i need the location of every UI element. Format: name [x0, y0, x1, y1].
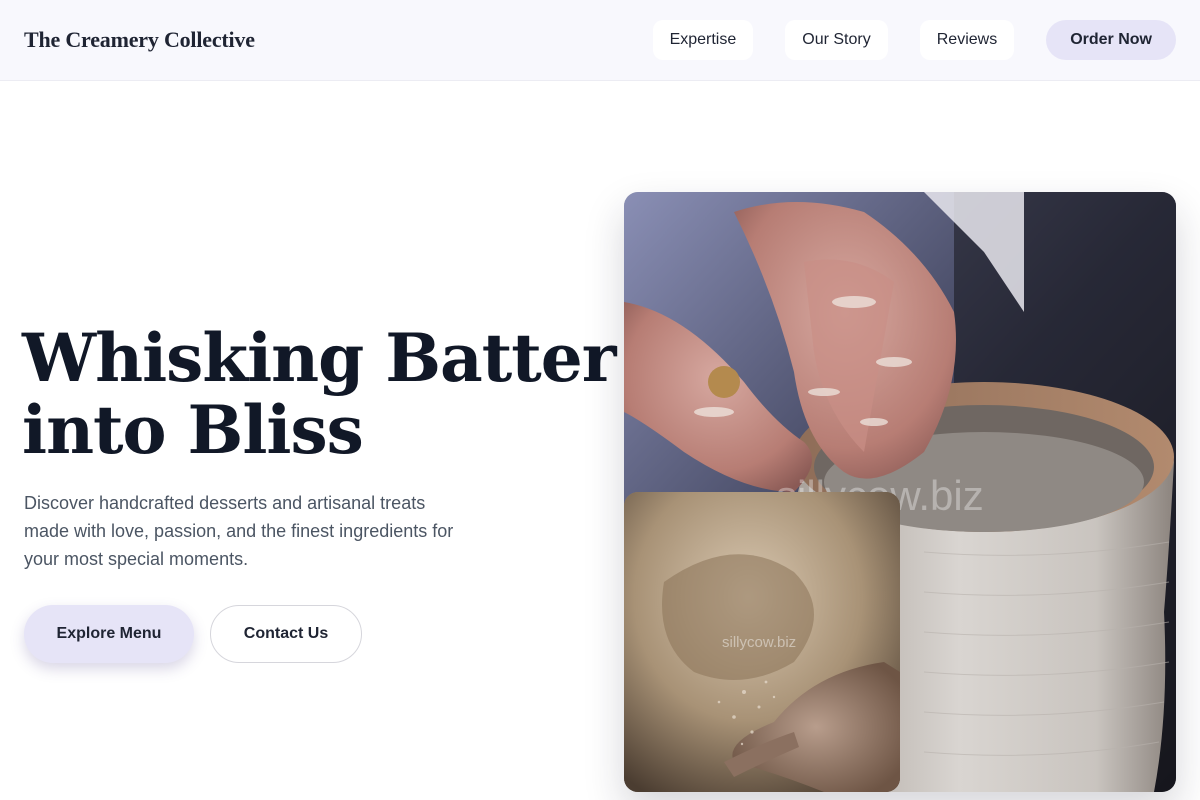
order-now-button[interactable]: Order Now	[1046, 20, 1176, 60]
brand-logo-text[interactable]: The Creamery Collective	[24, 27, 255, 53]
hero-title: Whisking Batter into Bliss	[22, 319, 617, 469]
site-header: The Creamery Collective Expertise Our St…	[0, 0, 1200, 81]
hero-title-line-2: into Bliss	[22, 391, 364, 469]
clay-dust-photo: sillycow.biz	[624, 492, 900, 792]
contact-us-button[interactable]: Contact Us	[210, 605, 362, 663]
hero-title-line-1: Whisking Batter	[22, 319, 617, 397]
nav-link-our-story[interactable]: Our Story	[785, 20, 888, 60]
explore-menu-button[interactable]: Explore Menu	[24, 605, 194, 663]
clay-dust-illustration	[624, 492, 900, 792]
main-nav: Expertise Our Story Reviews Order Now	[652, 20, 1176, 60]
hero-description: Discover handcrafted desserts and artisa…	[24, 493, 454, 569]
nav-link-expertise[interactable]: Expertise	[652, 20, 754, 60]
nav-link-reviews[interactable]: Reviews	[919, 20, 1015, 60]
